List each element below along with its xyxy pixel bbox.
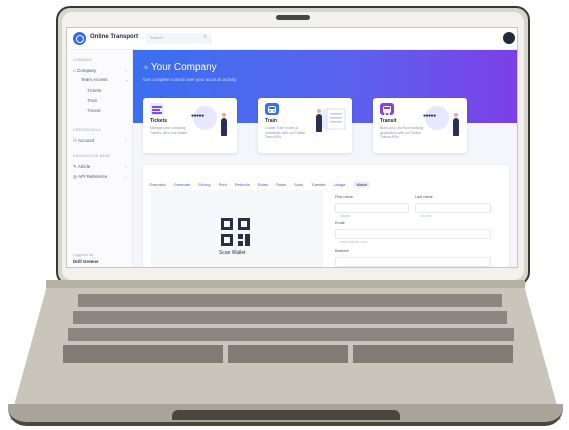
card-transit[interactable]: Transit Build your own bus booking appli… [373,98,467,153]
bus-icon [380,103,394,115]
keyboard-spacebar [228,345,348,363]
sidebar-item-api-reference[interactable]: ◎ API Reference › [73,174,127,180]
laptop-front-notch [172,410,400,420]
card-description: Build your own bus booking application w… [380,126,423,140]
schedule-board-icon [326,108,346,130]
sidebar-item-label: Article [77,164,91,169]
tab-refunds[interactable]: Refunds [235,182,250,187]
person-illustration-icon [316,109,322,132]
sidebar-section-credentials: CREDENTIALS [73,128,101,132]
detail-panel: Overview Generate Pricing Print Refunds Rules… [143,165,509,267]
last-name-label: Last name [415,195,433,199]
chevron-down-icon: ⌄ [125,77,129,82]
keyboard-key [63,345,223,363]
sidebar-item-label: Team Access [81,77,108,82]
chevron-right-icon: › [125,164,127,169]
sidebar-item-label: Account [78,138,95,143]
keyboard-row [73,311,507,324]
sparkle-icon: ✧ [143,65,149,72]
tab-transfer[interactable]: Transfer [311,182,326,187]
chevron-right-icon: › [125,138,127,143]
first-name-label: First name [335,195,353,199]
search-icon[interactable]: ⌕ [204,34,207,41]
sidebar-item-article[interactable]: ✎ Article › [73,164,127,170]
card-description: Locate Train routes & schedules with our… [265,126,306,140]
keyboard-key [353,345,513,363]
email-field[interactable] [335,229,491,246]
brand-logo-icon[interactable] [73,32,86,45]
card-title: Tickets [150,118,168,124]
qr-code-icon [221,218,251,246]
list-icon [150,103,164,115]
balance-label: Balance [335,249,349,253]
search-input[interactable]: Search ⌕ [145,33,212,44]
sidebar-item-label: API Reference [77,174,108,179]
first-name-input[interactable] [336,212,408,220]
person-illustration-icon [453,113,459,136]
tab-scan[interactable]: Scan [294,182,303,187]
scan-wallet-area[interactable]: Scan Wallet [151,190,323,267]
top-bar: Online Transport ‹ Search ⌕ [67,28,517,50]
laptop-screen: Online Transport ‹ Search ⌕ COMPANY ⌂ Co… [66,27,518,268]
chevron-right-icon: › [125,68,127,73]
balance-field[interactable] [335,257,491,267]
collapse-sidebar-icon[interactable]: ‹ [137,33,139,39]
page-title: ✧ Your Company [143,62,217,73]
chevron-right-icon: › [125,174,127,179]
page-subtitle: Get complete control over your account a… [143,77,237,82]
tab-overview[interactable]: Overview [149,182,166,187]
train-icon [265,103,279,115]
tab-generate[interactable]: Generate [174,182,191,187]
tab-wallet[interactable]: Wallet [353,181,371,188]
tab-print[interactable]: Print [219,182,227,187]
card-description: Manage your company Tickets, all in one … [150,126,188,135]
sidebar-item-label: Company [76,68,97,73]
card-tickets[interactable]: Tickets Manage your company Tickets, all… [143,98,237,153]
keyboard-row [78,294,502,307]
tab-bar: Overview Generate Pricing Print Refunds Rules… [149,173,378,188]
sidebar-subitem-train[interactable]: Train [87,98,97,103]
sidebar-item-account[interactable]: ⚇ Account › [73,138,127,144]
card-train[interactable]: Train Locate Train routes & schedules wi… [258,98,352,153]
main-content: ✧ Your Company Get complete control over … [133,50,517,267]
email-label: Email [335,221,345,225]
decor-dots: ●●●●● [191,113,204,119]
current-user-name[interactable]: Drill Greens [73,259,99,264]
sidebar-subitem-transit[interactable]: Transit [87,108,101,113]
sidebar-section-company: COMPANY [73,58,93,62]
search-placeholder: Search [150,35,163,40]
decor-dots: ●●●●● [423,113,436,119]
sidebar: COMPANY ⌂ Company › Team Access ⌄ Ticket… [67,50,133,267]
page-title-text: Your Company [150,62,217,73]
laptop-hinge [46,280,525,288]
card-title: Train [265,118,277,124]
last-name-field[interactable] [415,203,491,220]
tab-usage[interactable]: Usage [334,182,346,187]
email-input[interactable] [336,238,490,246]
card-title: Transit [380,118,397,124]
sidebar-item-team-access[interactable]: Team Access ⌄ [81,77,129,82]
sidebar-subitem-tickets[interactable]: Tickets [87,88,101,93]
scan-wallet-label: Scan Wallet [219,250,246,256]
user-avatar[interactable] [503,32,515,44]
sidebar-section-knowledge: KNOWLEDGE BASE [73,154,111,158]
first-name-field[interactable] [335,203,409,220]
brand-name: Online Transport [90,34,139,40]
webcam [276,15,310,20]
keyboard-row [68,328,514,341]
tab-sales[interactable]: Sales [276,182,286,187]
logged-in-label: Logged in as [73,253,94,257]
last-name-input[interactable] [416,212,490,220]
sidebar-item-company[interactable]: ⌂ Company › [73,68,127,73]
tab-rules[interactable]: Rules [258,182,268,187]
person-illustration-icon [221,113,227,136]
tab-pricing[interactable]: Pricing [198,182,210,187]
